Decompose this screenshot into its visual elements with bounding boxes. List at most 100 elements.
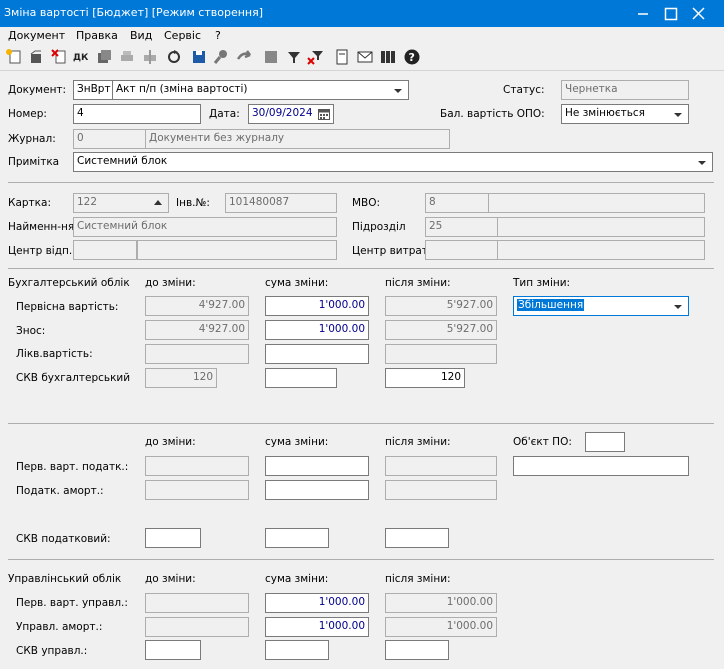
tax-initial-after xyxy=(385,456,497,476)
management-section-label: Управлінський облік xyxy=(8,573,122,585)
mgmt-useful-life-sum[interactable] xyxy=(265,640,329,660)
document-code-field[interactable]: ЗнВрт xyxy=(73,80,113,100)
mail-icon[interactable] xyxy=(356,48,374,66)
liquidation-after xyxy=(385,344,497,364)
key-icon[interactable] xyxy=(212,48,230,66)
doc-icon[interactable] xyxy=(333,48,351,66)
delete-icon[interactable] xyxy=(50,48,68,66)
document-label: Документ: xyxy=(8,84,67,96)
mgmt-useful-life-after[interactable] xyxy=(385,640,449,660)
clear-filter-icon[interactable] xyxy=(307,48,325,66)
tax-useful-life-before[interactable] xyxy=(145,528,201,548)
new-doc-icon[interactable] xyxy=(5,48,23,66)
tax-useful-life-sum[interactable] xyxy=(265,528,329,548)
center-cost-code-field xyxy=(425,240,498,260)
dk-icon[interactable]: ДК xyxy=(72,48,90,66)
forward-icon[interactable] xyxy=(235,48,253,66)
filter-icon[interactable] xyxy=(285,48,303,66)
copy-icon[interactable] xyxy=(95,48,113,66)
date-label: Дата: xyxy=(209,108,240,120)
center-resp-name-field xyxy=(137,240,337,260)
window-title: Зміна вартості [Бюджет] [Режим створення… xyxy=(4,6,264,19)
card-label: Картка: xyxy=(8,197,51,209)
card-field[interactable]: 122 xyxy=(73,193,169,213)
note-select[interactable]: Системний блок xyxy=(73,152,713,172)
tax-initial-sum[interactable] xyxy=(265,456,369,476)
liquidation-before xyxy=(145,344,249,364)
tax-object-code-field[interactable] xyxy=(585,432,625,452)
divider xyxy=(8,268,714,269)
useful-life-label: СКВ бухгалтерський xyxy=(16,372,131,384)
tax-object-name-field[interactable] xyxy=(513,456,689,476)
open-icon[interactable] xyxy=(27,48,45,66)
close-button[interactable] xyxy=(684,0,714,27)
change-type-select[interactable]: Збільшення xyxy=(513,296,689,316)
note-label: Примітка xyxy=(8,156,60,168)
status-label: Статус: xyxy=(503,84,545,96)
tax-initial-label: Перв. варт. податк.: xyxy=(16,461,129,473)
mgmt-useful-life-before[interactable] xyxy=(145,640,201,660)
svg-text:?: ? xyxy=(409,51,415,64)
stop-icon[interactable] xyxy=(262,48,280,66)
chevron-down-icon xyxy=(394,89,402,93)
mgmt-depreciation-before xyxy=(145,617,249,637)
depreciation-label: Знос: xyxy=(16,325,46,337)
dk-text: ДК xyxy=(73,53,89,63)
document-type-select[interactable]: Акт п/п (зміна вартості) xyxy=(112,80,409,100)
useful-life-after[interactable]: 120 xyxy=(385,368,465,388)
date-field[interactable]: 30/09/2024 xyxy=(248,104,334,124)
chevron-down-icon xyxy=(674,113,682,117)
useful-life-sum[interactable] xyxy=(265,368,337,388)
initial-value-before: 4'927.00 xyxy=(145,296,249,316)
mgmt-col-before-label: до зміни: xyxy=(145,573,196,585)
close-icon xyxy=(692,7,705,20)
liquidation-sum[interactable] xyxy=(265,344,369,364)
help-icon[interactable]: ? xyxy=(403,48,421,66)
minimize-button[interactable] xyxy=(628,0,658,27)
minimize-icon xyxy=(638,13,648,15)
center-resp-code-field xyxy=(73,240,137,260)
name-field: Системний блок xyxy=(73,217,337,237)
status-field: Чернетка xyxy=(561,80,689,100)
maximize-button[interactable] xyxy=(656,0,686,27)
tax-useful-life-label: СКВ податковий: xyxy=(16,533,111,545)
export-disabled-icon[interactable] xyxy=(141,48,159,66)
chevron-down-icon xyxy=(674,305,682,309)
mgmt-initial-sum[interactable]: 1'000.00 xyxy=(265,593,369,613)
initial-value-after: 5'927.00 xyxy=(385,296,497,316)
calc-icon[interactable] xyxy=(379,48,397,66)
menu-document[interactable]: Документ xyxy=(8,29,65,42)
save-icon[interactable] xyxy=(190,48,208,66)
center-cost-label: Центр витрат xyxy=(352,245,428,257)
number-field[interactable]: 4 xyxy=(73,104,201,124)
menu-edit[interactable]: Правка xyxy=(76,29,118,42)
tax-col-sum-label: сума зміни: xyxy=(265,436,329,448)
chevron-up-icon[interactable] xyxy=(154,200,162,205)
accounting-section-label: Бухгалтерський облік xyxy=(8,277,130,289)
mgmt-initial-after: 1'000.00 xyxy=(385,593,497,613)
print-disabled-icon[interactable] xyxy=(118,48,136,66)
tax-depreciation-sum[interactable] xyxy=(265,480,369,500)
tax-col-before-label: до зміни: xyxy=(145,436,196,448)
department-code-field: 25 xyxy=(425,217,498,237)
tax-useful-life-after[interactable] xyxy=(385,528,449,548)
initial-value-label: Первісна вартість: xyxy=(16,301,119,313)
chevron-down-icon xyxy=(698,161,706,165)
menu-view[interactable]: Вид xyxy=(130,29,152,42)
divider xyxy=(8,423,714,424)
balance-label: Бал. вартість ОПО: xyxy=(440,108,545,120)
col-after-label: після зміни: xyxy=(385,277,451,289)
col-before-label: до зміни: xyxy=(145,277,196,289)
balance-value: Не змінюється xyxy=(565,107,645,119)
mgmt-depreciation-sum[interactable]: 1'000.00 xyxy=(265,617,369,637)
mvo-label: МВО: xyxy=(352,197,381,209)
inventory-field: 101480087 xyxy=(225,193,337,213)
balance-select[interactable]: Не змінюється xyxy=(561,104,689,124)
menu-help[interactable]: ? xyxy=(215,29,221,42)
calendar-icon[interactable] xyxy=(318,108,330,123)
initial-value-sum[interactable]: 1'000.00 xyxy=(265,296,369,316)
menu-service[interactable]: Сервіс xyxy=(164,29,201,42)
refresh-icon[interactable] xyxy=(165,48,183,66)
depreciation-sum[interactable]: 1'000.00 xyxy=(265,320,369,340)
mgmt-col-sum-label: сума зміни: xyxy=(265,573,329,585)
